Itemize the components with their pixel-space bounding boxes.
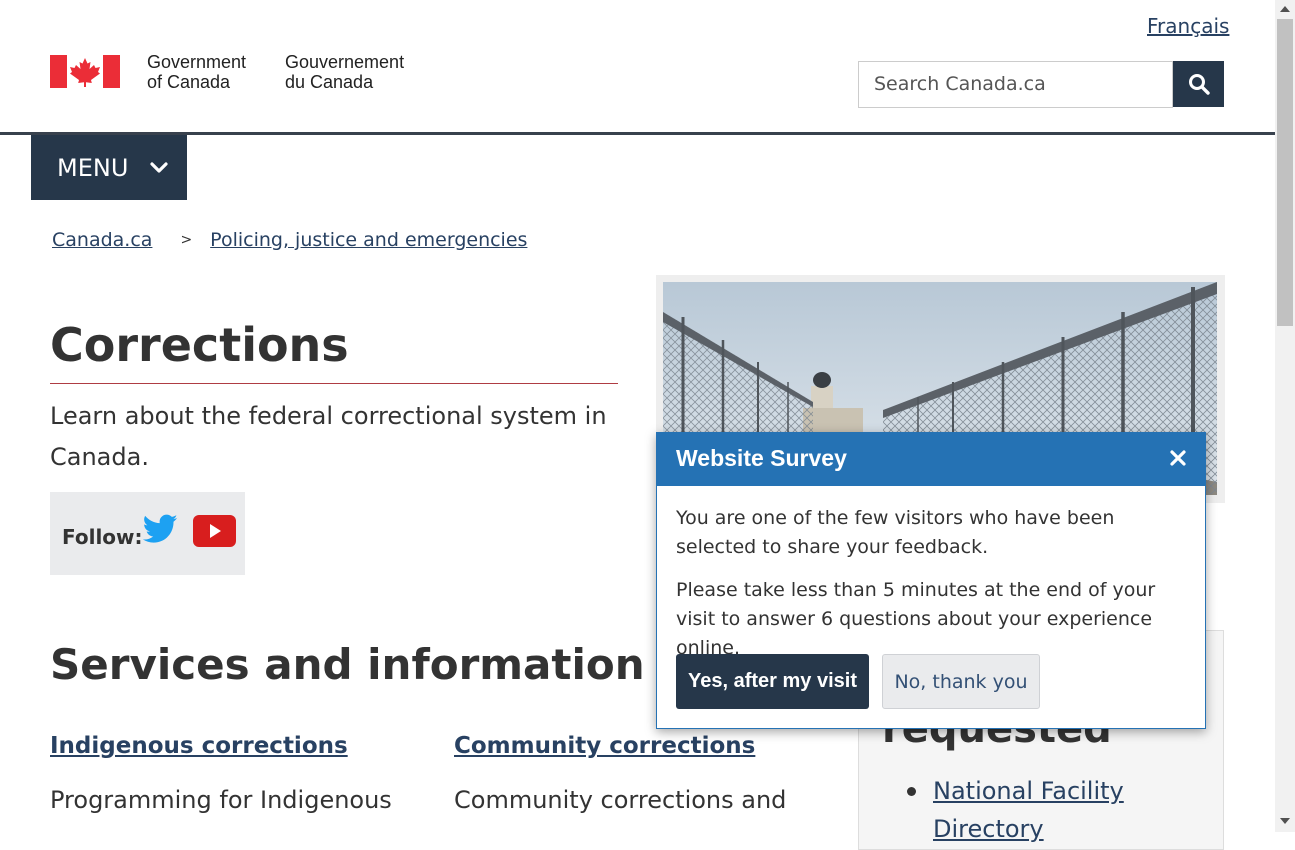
survey-message-2: Please take less than 5 minutes at the e… (676, 579, 1156, 659)
indigenous-corrections-link[interactable]: Indigenous corrections (50, 733, 348, 759)
language-toggle-link[interactable]: Français (1147, 14, 1229, 38)
list-bullet (907, 787, 916, 796)
website-survey-dialog: Website Survey You are one of the few vi… (656, 432, 1206, 729)
search-button[interactable] (1173, 61, 1224, 107)
follow-label: Follow: (62, 525, 143, 549)
close-icon[interactable] (1165, 445, 1191, 471)
breadcrumb-item-canada[interactable]: Canada.ca (52, 229, 152, 251)
follow-box: Follow: (50, 492, 245, 575)
search-icon (1188, 74, 1210, 95)
search-input[interactable] (859, 62, 1164, 106)
survey-message-1: You are one of the few visitors who have… (676, 507, 1115, 558)
title-underline (50, 383, 618, 384)
breadcrumb: Canada.ca > Policing, justice and emerge… (52, 229, 527, 251)
breadcrumb-item-policing[interactable]: Policing, justice and emergencies (210, 229, 527, 251)
scrollbar-thumb[interactable] (1277, 19, 1293, 326)
survey-title: Website Survey (676, 445, 847, 471)
chevron-down-icon (150, 161, 168, 174)
survey-header: Website Survey (657, 433, 1205, 486)
header-divider (0, 132, 1275, 135)
page-intro: Learn about the federal correctional sys… (50, 402, 607, 471)
search-box (858, 61, 1173, 108)
community-corrections-desc: Community corrections and (454, 786, 787, 814)
page-title: Corrections (50, 318, 349, 372)
indigenous-corrections-desc: Programming for Indigenous (50, 786, 392, 814)
youtube-icon[interactable] (192, 514, 237, 548)
scroll-down-arrow-icon[interactable] (1280, 818, 1290, 824)
scroll-up-arrow-icon[interactable] (1280, 6, 1290, 12)
signature-en-line2: of Canada (147, 72, 231, 92)
services-heading: Services and information (50, 640, 645, 689)
signature-french: Gouvernement du Canada (285, 52, 404, 92)
breadcrumb-separator: > (180, 232, 193, 248)
community-corrections-link[interactable]: Community corrections (454, 733, 755, 759)
twitter-icon[interactable] (143, 514, 178, 544)
signature-en-line1: Government (147, 52, 247, 72)
signature-english: Government of Canada (147, 52, 246, 92)
canada-flag-logo (50, 55, 120, 88)
signature-fr-line2: du Canada (285, 72, 374, 92)
survey-no-button[interactable]: No, thank you (882, 654, 1040, 709)
menu-label: MENU (57, 153, 129, 182)
signature-fr-line1: Gouvernement (285, 52, 405, 72)
menu-button[interactable]: MENU (31, 135, 187, 200)
survey-yes-button[interactable]: Yes, after my visit (676, 654, 869, 709)
national-facility-directory-link[interactable]: National Facility Directory (933, 772, 1193, 848)
